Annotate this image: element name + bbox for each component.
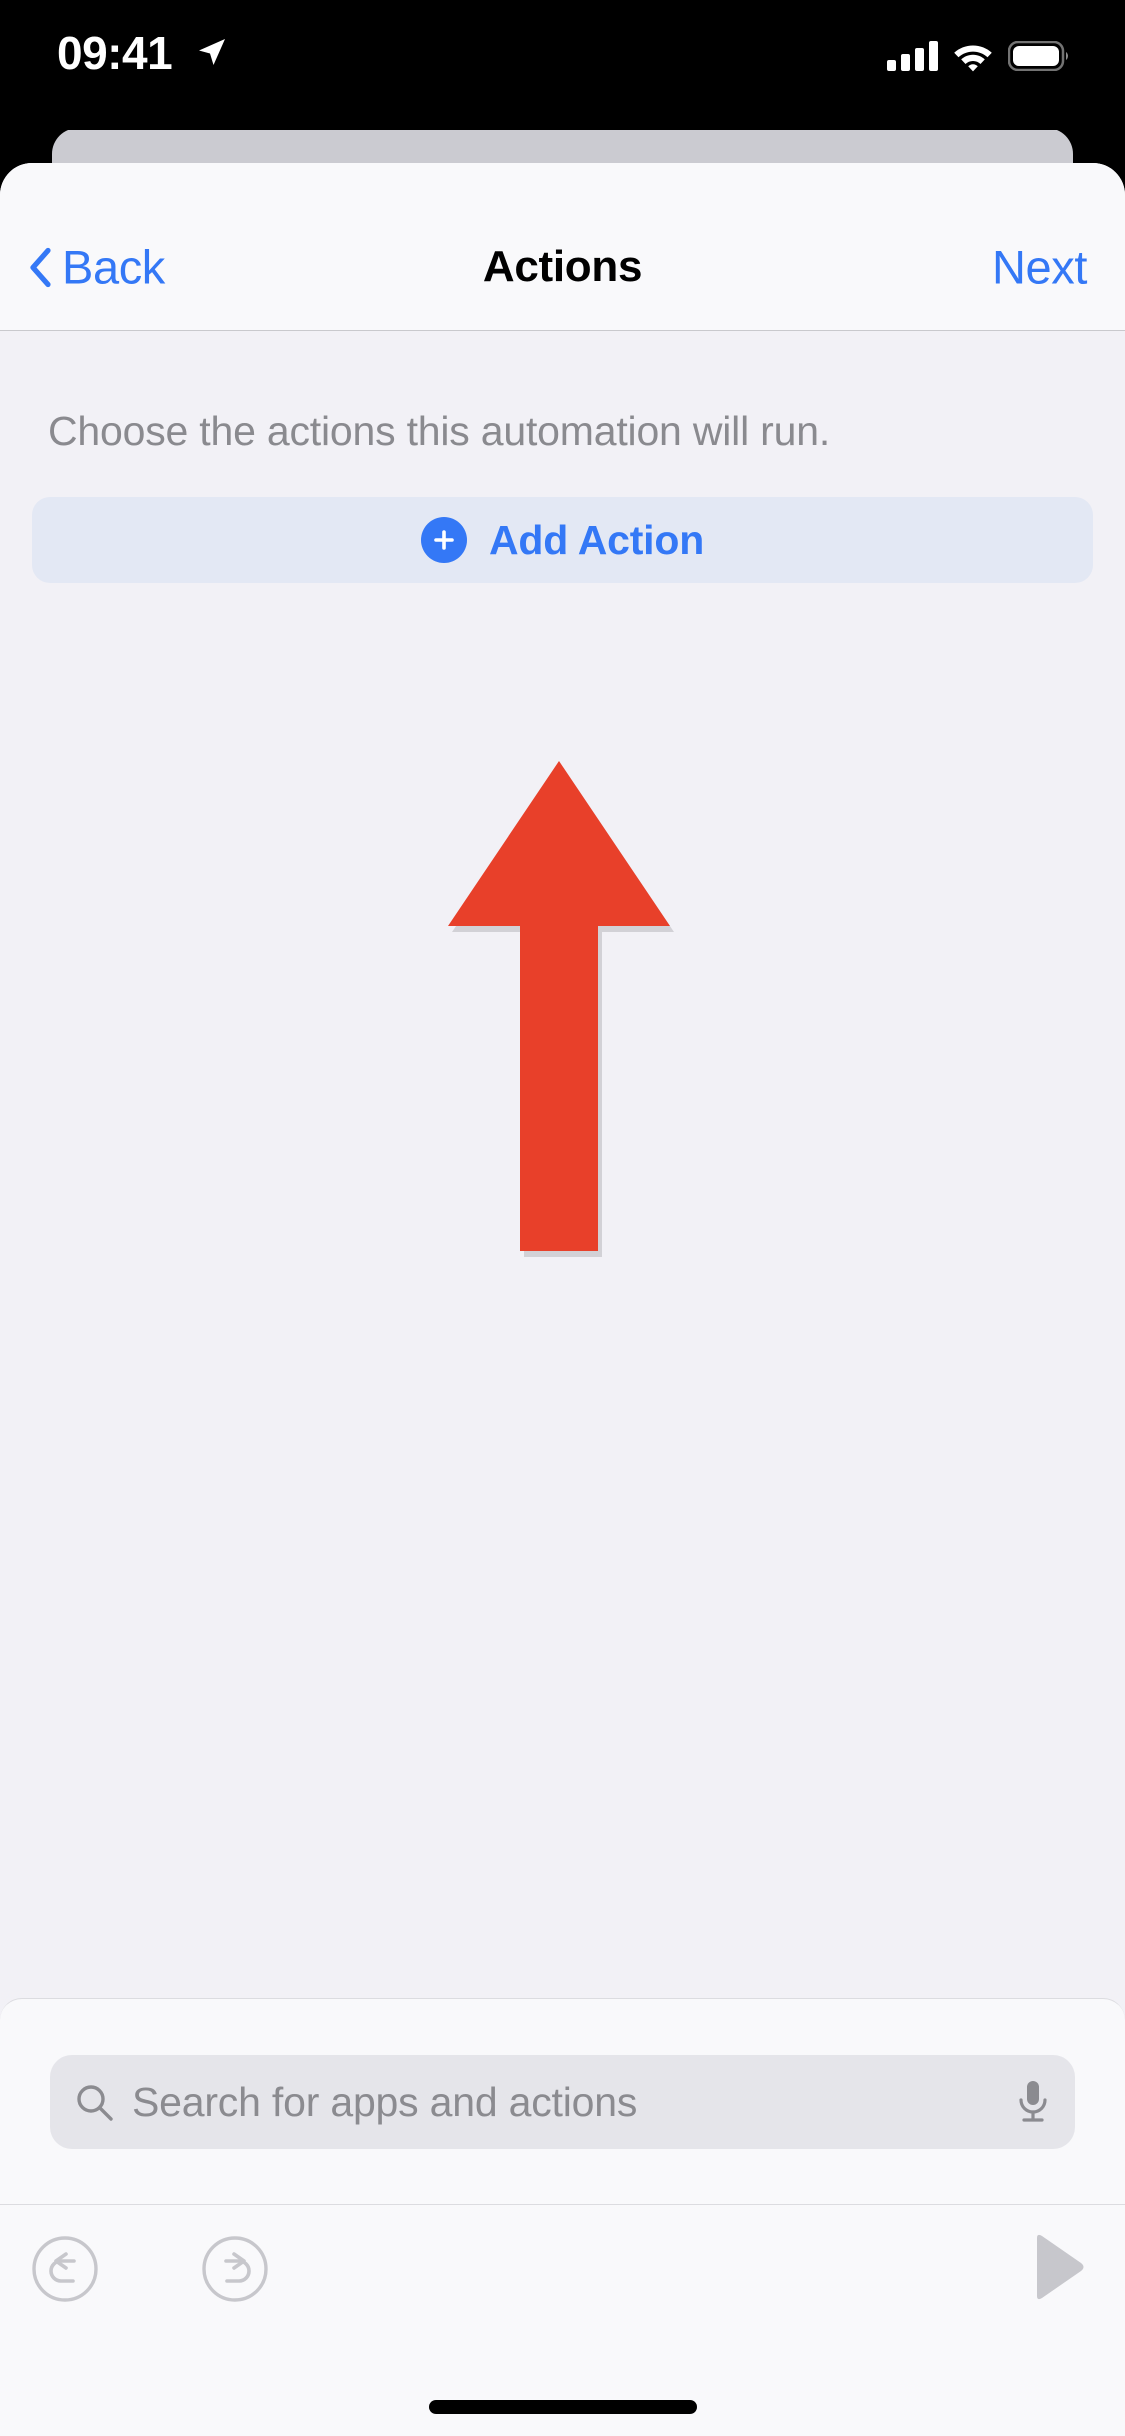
editor-toolbar <box>0 2204 1125 2354</box>
next-button[interactable]: Next <box>992 240 1087 295</box>
phone-screen: 09:41 Back Actions Next Choose the actio… <box>0 0 1125 2436</box>
undo-circle-icon[interactable] <box>28 2232 102 2306</box>
modal-sheet: Back Actions Next Choose the actions thi… <box>0 163 1125 2436</box>
status-bar-time: 09:41 <box>57 27 173 79</box>
battery-icon <box>1008 41 1068 71</box>
navigation-bar: Back Actions Next <box>0 163 1125 331</box>
status-bar-indicators <box>887 40 1070 72</box>
location-arrow-icon <box>199 39 225 65</box>
page-title: Actions <box>482 242 643 291</box>
plus-circle-icon <box>420 517 467 563</box>
microphone-icon[interactable] <box>1015 2078 1051 2126</box>
redo-circle-icon[interactable] <box>198 2232 272 2306</box>
home-indicator <box>428 2400 697 2414</box>
play-triangle-icon[interactable] <box>1029 2232 1087 2302</box>
magnifying-glass-icon <box>77 2085 113 2121</box>
add-action-label: Add Action <box>488 516 705 563</box>
annotation-arrow-icon <box>448 761 674 1257</box>
instruction-text: Choose the actions this automation will … <box>48 408 831 454</box>
search-input[interactable]: Search for apps and actions <box>50 2055 1075 2149</box>
status-bar: 09:41 <box>0 0 1125 130</box>
search-placeholder-text: Search for apps and actions <box>132 2078 638 2125</box>
add-action-button[interactable]: Add Action <box>32 497 1093 583</box>
wifi-icon <box>954 45 992 72</box>
bottom-panel: Search for apps and actions <box>0 1998 1125 2436</box>
signal-bars-icon <box>887 41 938 71</box>
